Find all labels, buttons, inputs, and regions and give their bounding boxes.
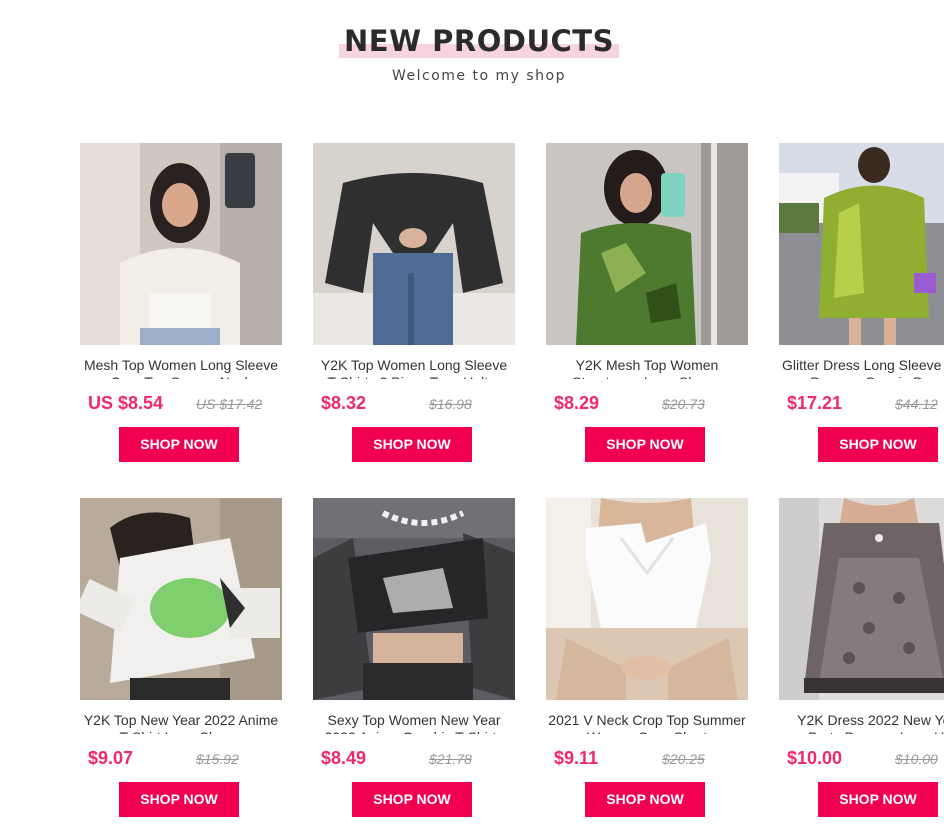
product-old-price: $16.98 — [429, 396, 472, 412]
product-old-price: $44.12 — [895, 396, 938, 412]
title-wrap: NEW PRODUCTS — [339, 24, 619, 60]
product-name[interactable]: Y2K Top Women Long Sleeve T-Shirts 2 Pie… — [313, 357, 515, 379]
product-price: $9.07 — [88, 748, 134, 768]
product-image[interactable] — [546, 143, 748, 345]
product-price: $8.32 — [321, 393, 367, 413]
product-image[interactable] — [80, 143, 282, 345]
shop-now-button[interactable]: SHOP NOW — [352, 427, 472, 462]
product-name[interactable]: Mesh Top Women Long Sleeve Crop Top Squa… — [80, 357, 282, 379]
product-card[interactable]: Y2K Top New Year 2022 Anime T-Shirt Long… — [80, 498, 282, 828]
shop-now-button[interactable]: SHOP NOW — [585, 782, 705, 817]
product-old-price: $21.78 — [429, 751, 472, 767]
shop-now-button[interactable]: SHOP NOW — [119, 427, 239, 462]
product-price: $8.49 — [321, 748, 367, 768]
product-name[interactable]: Y2K Top New Year 2022 Anime T-Shirt Long… — [80, 712, 282, 734]
product-card[interactable]: Mesh Top Women Long Sleeve Crop Top Squa… — [80, 143, 282, 473]
product-old-price: $10.00 — [895, 751, 938, 767]
product-old-price: $20.25 — [662, 751, 705, 767]
product-price: $17.21 — [787, 393, 843, 413]
product-card[interactable]: Sexy Top Women New Year 2022 Anime Graph… — [313, 498, 515, 828]
product-price: $9.11 — [554, 748, 599, 768]
product-old-price: US $17.42 — [196, 396, 263, 412]
section-header: NEW PRODUCTS Welcome to my shop — [0, 0, 944, 100]
shop-now-button[interactable]: SHOP NOW — [818, 427, 938, 462]
product-name[interactable]: Sexy Top Women New Year 2022 Anime Graph… — [313, 712, 515, 734]
product-image[interactable] — [779, 143, 944, 345]
product-card[interactable]: 2021 V Neck Crop Top Summer Women Sexy S… — [546, 498, 748, 828]
product-card[interactable]: Glitter Dress Long Sleeve Party Dresses … — [779, 143, 944, 473]
product-image[interactable] — [779, 498, 944, 700]
product-name[interactable]: Y2K Dress 2022 New Year Party Dresses La… — [779, 712, 944, 734]
product-image[interactable] — [313, 143, 515, 345]
product-price: $10.00 — [787, 748, 843, 768]
product-card[interactable]: Y2K Mesh Top Women Streetwear Long Sleev… — [546, 143, 748, 473]
product-name[interactable]: Glitter Dress Long Sleeve Party Dresses … — [779, 357, 944, 379]
product-price: US $8.54 — [88, 393, 164, 413]
product-image[interactable] — [546, 498, 748, 700]
shop-now-button[interactable]: SHOP NOW — [585, 427, 705, 462]
product-price: $8.29 — [554, 393, 600, 413]
product-name[interactable]: Y2K Mesh Top Women Streetwear Long Sleev… — [546, 357, 748, 379]
product-old-price: $15.92 — [196, 751, 239, 767]
shop-now-button[interactable]: SHOP NOW — [119, 782, 239, 817]
product-card[interactable]: Y2K Dress 2022 New Year Party Dresses La… — [779, 498, 944, 828]
shop-now-button[interactable]: SHOP NOW — [352, 782, 472, 817]
section-subtitle: Welcome to my shop — [392, 68, 566, 84]
section-title: NEW PRODUCTS — [344, 24, 614, 58]
product-name[interactable]: 2021 V Neck Crop Top Summer Women Sexy S… — [546, 712, 748, 734]
shop-now-button[interactable]: SHOP NOW — [818, 782, 938, 817]
product-image[interactable] — [80, 498, 282, 700]
product-old-price: $20.73 — [662, 396, 705, 412]
product-image[interactable] — [313, 498, 515, 700]
product-card[interactable]: Y2K Top Women Long Sleeve T-Shirts 2 Pie… — [313, 143, 515, 473]
